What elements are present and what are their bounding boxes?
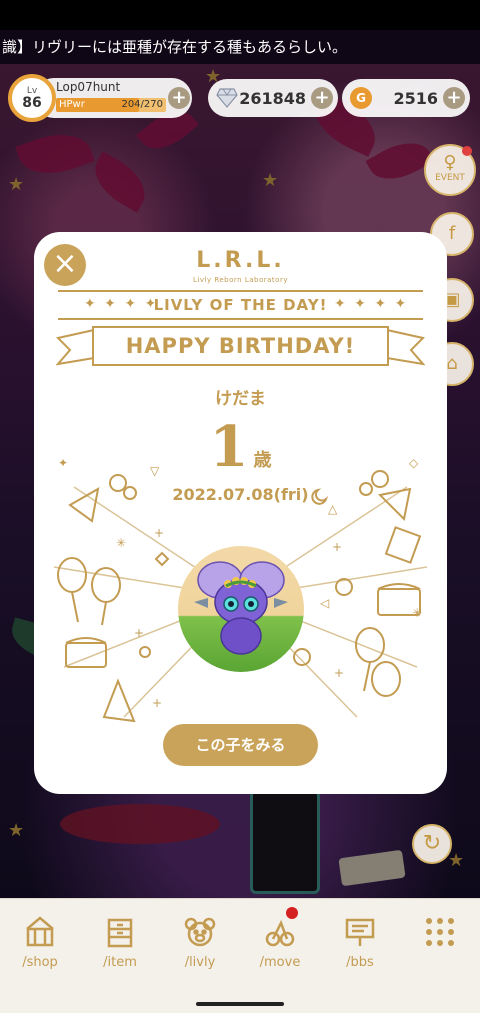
hp-value: 204/270 [121,99,163,110]
sparkle-deco-right: ✦ ✦ ✦ ✦ [334,296,409,312]
event-button[interactable]: ♀ EVENT [424,144,476,196]
buy-gold-button[interactable]: + [443,87,465,109]
nav-item-shop[interactable]: /shop [0,899,80,986]
nav-item-bbs[interactable]: /bbs [320,899,400,986]
event-notification-dot [462,146,472,156]
svg-text:◇: ◇ [409,456,419,470]
nav-item-livly[interactable]: /livly [160,899,240,986]
username: Lop07hunt [56,80,121,94]
diamond-balance[interactable]: 261848 + [208,79,338,117]
buy-diamonds-button[interactable]: + [311,87,333,109]
svg-text:△: △ [328,502,338,516]
svg-text:✦: ✦ [58,456,68,470]
birthday-banner: HAPPY BIRTHDAY! [92,326,389,366]
banner-text: HAPPY BIRTHDAY! [125,334,356,358]
nav-item-menu[interactable] [400,899,480,986]
shop-icon [26,916,54,947]
status-bar [0,0,480,30]
diamond-icon [216,88,238,108]
livly-portrait-icon [194,561,288,655]
nav-item-item[interactable]: /item [80,899,160,986]
gold-coin-icon: G [350,87,372,109]
nav-label: /livly [184,955,216,970]
system-nav-bar [0,986,480,1013]
diamond-count: 261848 [239,88,306,108]
move-notification-dot [286,907,298,919]
lrl-logo: L.R.L. [196,248,285,273]
add-hp-button[interactable]: + [168,87,190,109]
level-label: Lv [26,85,38,96]
nav-label: /item [103,955,137,970]
bbs-icon [345,918,375,946]
nav-label: /bbs [346,955,374,970]
livly-of-the-day-dialog: L.R.L. Livly Reborn Laboratory ✦ ✦ ✦ ✦ L… [34,232,447,794]
grid-menu-icon [426,918,454,946]
user-status-pill[interactable]: Lop07hunt HPwr 204/270 + [34,78,192,118]
nav-label: /move [259,955,301,970]
svg-text:▽: ▽ [150,464,160,478]
ribbon-tail-right [386,328,425,366]
nav-item-move[interactable]: /move [240,899,320,986]
gold-count: 2516 [393,88,438,108]
svg-text:✳: ✳ [412,606,422,620]
divider [58,318,423,320]
ribbon-tail-left [56,328,95,366]
svg-text:✳: ✳ [116,536,126,550]
livly-avatar[interactable] [178,546,304,672]
nav-label: /shop [22,955,58,970]
bottom-nav: /shop /item /livly /move /bbs [0,898,480,986]
event-label: EVENT [435,173,465,183]
lrl-logo-subtitle: Livly Reborn Laboratory [193,276,288,284]
livly-name: けだま [215,389,266,409]
bear-icon [184,917,216,947]
home-indicator[interactable] [196,1002,284,1006]
move-icon [265,919,295,947]
svg-text:◁: ◁ [319,596,329,610]
svg-text:+: + [332,540,342,554]
svg-text:+: + [334,666,344,680]
refresh-icon[interactable]: ↻ [412,824,452,864]
svg-text:+: + [154,526,164,540]
gold-balance[interactable]: G 2516 + [342,79,470,117]
view-livly-button[interactable]: この子をみる [163,724,318,766]
level-badge: Lv 86 [8,74,56,122]
divider [58,290,423,292]
level-number: 86 [22,94,42,111]
hp-bar: HPwr 204/270 [56,98,166,112]
news-ticker: 識】リヴリーには亜種が存在する種もあるらしい。 [0,30,480,64]
svg-text:+: + [134,626,144,640]
drawer-icon [107,918,133,948]
svg-text:+: + [152,696,162,710]
close-dialog-button[interactable]: × [44,244,86,286]
event-icon: ♀ [443,152,457,173]
hp-label: HPwr [59,99,85,110]
